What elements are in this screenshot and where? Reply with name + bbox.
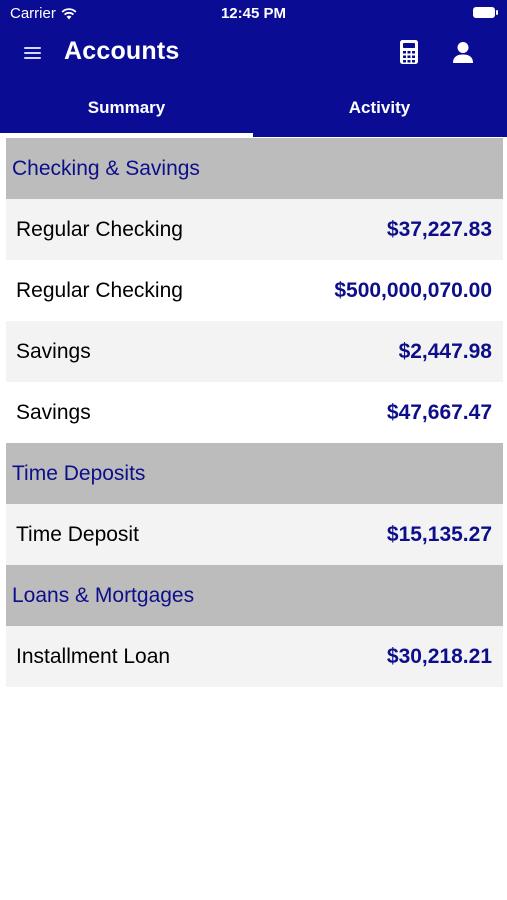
account-row[interactable]: Savings $47,667.47	[6, 382, 503, 443]
account-row[interactable]: Regular Checking $37,227.83	[6, 199, 503, 260]
app-header: Carrier 12:45 PM Accounts Summary Activi…	[0, 0, 507, 137]
section-title: Checking & Savings	[12, 156, 200, 180]
account-balance: $15,135.27	[386, 522, 492, 546]
account-balance: $500,000,070.00	[334, 278, 492, 302]
account-name: Time Deposit	[16, 522, 139, 546]
section-header-checking-savings: Checking & Savings	[6, 138, 503, 199]
tab-activity-label: Activity	[348, 97, 411, 117]
account-name: Regular Checking	[16, 278, 183, 302]
account-name: Installment Loan	[16, 644, 171, 668]
tab-summary[interactable]: Summary	[0, 78, 253, 137]
account-name: Savings	[16, 400, 91, 424]
calculator-icon[interactable]	[396, 38, 422, 66]
account-name: Regular Checking	[16, 217, 183, 241]
section-header-time-deposits: Time Deposits	[6, 443, 503, 504]
tab-bar: Summary Activity	[0, 78, 507, 137]
account-row[interactable]: Savings $2,447.98	[6, 321, 503, 382]
user-profile-icon[interactable]	[449, 38, 477, 66]
account-row[interactable]: Regular Checking $500,000,070.00	[6, 260, 503, 321]
battery-icon	[473, 7, 498, 18]
account-balance: $30,218.21	[386, 644, 492, 668]
nav-bar: Accounts	[0, 28, 507, 78]
account-balance: $47,667.47	[386, 400, 492, 424]
tab-activity[interactable]: Activity	[253, 78, 506, 137]
hamburger-menu-icon[interactable]	[22, 42, 46, 64]
account-row[interactable]: Installment Loan $30,218.21	[6, 626, 503, 687]
section-header-loans-mortgages: Loans & Mortgages	[6, 565, 503, 626]
status-bar: Carrier 12:45 PM	[0, 0, 507, 28]
account-balance: $37,227.83	[386, 217, 492, 241]
account-balance: $2,447.98	[398, 339, 492, 363]
account-name: Savings	[16, 339, 91, 363]
accounts-list: Checking & Savings Regular Checking $37,…	[6, 138, 503, 687]
page-title: Accounts	[64, 37, 180, 65]
section-title: Time Deposits	[12, 461, 146, 485]
tab-summary-label: Summary	[87, 97, 166, 117]
account-row[interactable]: Time Deposit $15,135.27	[6, 504, 503, 565]
status-time: 12:45 PM	[220, 5, 287, 22]
section-title: Loans & Mortgages	[12, 583, 195, 607]
